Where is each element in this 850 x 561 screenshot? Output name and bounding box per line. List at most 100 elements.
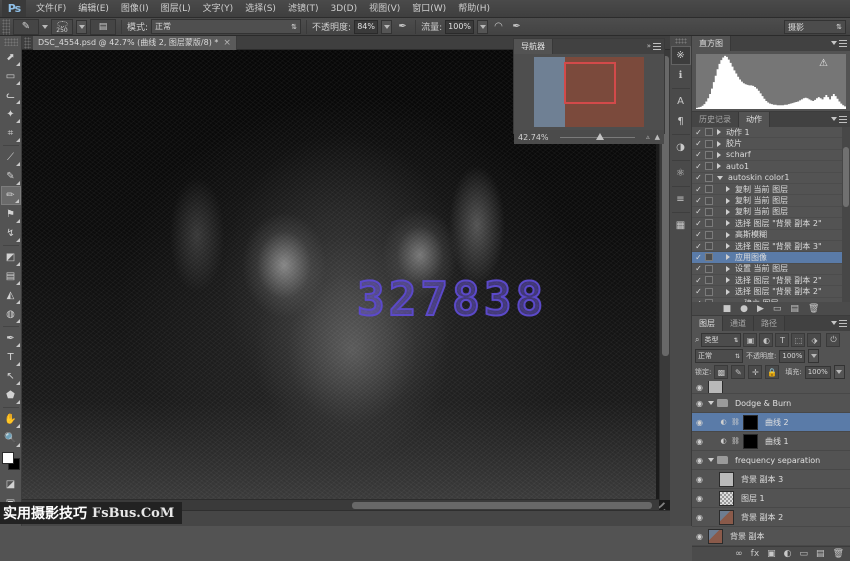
tab-channels[interactable]: 通道	[723, 316, 754, 331]
histogram-panel-menu[interactable]	[831, 39, 847, 47]
blend-mode-select[interactable]: 正常 ⇅	[151, 19, 301, 34]
disclosure-triangle-icon[interactable]	[726, 266, 730, 272]
disclosure-triangle-icon[interactable]	[726, 254, 730, 260]
navigator-preview[interactable]	[514, 54, 664, 130]
layer-thumbnail[interactable]	[719, 510, 734, 525]
layer-mask-thumbnail[interactable]	[743, 434, 758, 449]
lock-all-icon[interactable]: 🔒	[765, 365, 779, 379]
action-row[interactable]: ✓复制 当前 图层	[692, 195, 850, 206]
action-row[interactable]: ✓动作 1	[692, 127, 850, 138]
layer-row[interactable]: ◉Dodge & Burn	[692, 394, 850, 413]
layer-thumbnail[interactable]	[719, 472, 734, 487]
blur-tool[interactable]: ◭	[1, 286, 21, 305]
menu-image[interactable]: 图像(I)	[115, 0, 155, 18]
disclosure-triangle-icon[interactable]	[717, 152, 721, 158]
disclosure-triangle-icon[interactable]	[717, 176, 723, 180]
properties-icon[interactable]: ≡	[671, 190, 691, 209]
actions-scrollbar[interactable]	[842, 127, 850, 302]
healing-brush-tool[interactable]: ✎	[1, 167, 21, 186]
action-dialog-toggle[interactable]	[705, 174, 713, 182]
gradient-tool[interactable]: ▤	[1, 267, 21, 286]
marquee-tool[interactable]: ▭	[1, 67, 21, 86]
layer-link-icon[interactable]: ◐	[719, 418, 728, 426]
brush-preset-picker[interactable]: ✎	[13, 19, 39, 35]
action-dialog-toggle[interactable]	[705, 185, 713, 193]
layer-visibility-eye-icon[interactable]: ◉	[694, 437, 705, 446]
layer-mask-thumbnail[interactable]	[743, 415, 758, 430]
action-enabled-checkmark-icon[interactable]: ✓	[694, 162, 703, 171]
layer-row[interactable]: ◉◐⛓曲线 1	[692, 432, 850, 451]
layer-opacity-input[interactable]: 100%	[779, 350, 805, 363]
action-enabled-checkmark-icon[interactable]: ✓	[694, 264, 703, 273]
menu-file[interactable]: 文件(F)	[30, 0, 72, 18]
layer-visibility-eye-icon[interactable]: ◉	[694, 418, 705, 427]
layer-visibility-eye-icon[interactable]: ◉	[694, 513, 705, 522]
layer-row[interactable]: ◉背景 副本 2	[692, 508, 850, 527]
layer-row[interactable]: ◉frequency separation	[692, 451, 850, 470]
layers-list[interactable]: ◉◉Dodge & Burn◉◐⛓曲线 2◉◐⛓曲线 1◉frequency s…	[692, 381, 850, 546]
action-dialog-toggle[interactable]	[705, 276, 713, 284]
disclosure-triangle-icon[interactable]	[726, 186, 730, 192]
menu-view[interactable]: 视图(V)	[363, 0, 406, 18]
lock-transparency-icon[interactable]: ▩	[714, 365, 728, 379]
action-dialog-toggle[interactable]	[705, 242, 713, 250]
layer-row[interactable]: ◉背景 副本 3	[692, 470, 850, 489]
filter-shape-icon[interactable]: ⬚	[791, 333, 805, 347]
action-dialog-toggle[interactable]	[705, 208, 713, 216]
group-disclosure-triangle-icon[interactable]	[708, 458, 714, 462]
type-tool[interactable]: T	[1, 348, 21, 367]
action-row[interactable]: ✓选择 图层 "背景 副本 3"	[692, 241, 850, 252]
panel-menu-icon[interactable]	[839, 115, 847, 123]
fx-icon[interactable]: fx	[751, 549, 760, 559]
action-enabled-checkmark-icon[interactable]: ✓	[694, 219, 703, 228]
new-layer-icon[interactable]: ▤	[816, 549, 825, 559]
disclosure-triangle-icon[interactable]	[726, 277, 730, 283]
layer-thumbnail[interactable]	[719, 491, 734, 506]
action-dialog-toggle[interactable]	[705, 265, 713, 273]
opacity-input[interactable]: 84%	[354, 20, 378, 34]
styles-icon[interactable]: ▦	[671, 216, 691, 235]
actions-list[interactable]: ✓动作 1✓胶片✓scharf✓auto1✓autoskin color1✓复制…	[692, 127, 850, 302]
flow-chevron-icon[interactable]	[477, 20, 488, 34]
action-enabled-checkmark-icon[interactable]: ✓	[694, 287, 703, 296]
group-icon[interactable]: ▭	[800, 549, 809, 559]
layer-row[interactable]: ◉图层 1	[692, 489, 850, 508]
tab-navigator[interactable]: 导航器	[514, 39, 553, 54]
chevron-down-icon[interactable]	[831, 41, 837, 45]
new-action-icon[interactable]: ▤	[790, 304, 799, 314]
action-enabled-checkmark-icon[interactable]: ✓	[694, 253, 703, 262]
group-disclosure-triangle-icon[interactable]	[708, 401, 714, 405]
tools-panel-grip[interactable]	[4, 38, 18, 46]
disclosure-triangle-icon[interactable]	[717, 163, 721, 169]
zoom-tool[interactable]: 🔍	[1, 429, 21, 448]
layer-link-icon[interactable]: ◐	[719, 437, 728, 445]
chevron-down-icon[interactable]	[831, 117, 837, 121]
slider-knob[interactable]	[596, 133, 604, 140]
close-icon[interactable]: ×	[223, 38, 231, 48]
action-dialog-toggle[interactable]	[705, 162, 713, 170]
action-row[interactable]: ✓autoskin color1	[692, 173, 850, 184]
quick-selection-tool[interactable]: ✦	[1, 105, 21, 124]
chevron-down-icon[interactable]	[831, 321, 837, 325]
action-enabled-checkmark-icon[interactable]: ✓	[694, 173, 703, 182]
histogram-icon[interactable]: ※	[671, 46, 691, 65]
opacity-chevron-icon[interactable]	[381, 20, 392, 34]
foreground-color-swatch[interactable]	[2, 452, 14, 464]
lock-image-icon[interactable]: ✎	[731, 365, 745, 379]
action-row[interactable]: ✓设置 当前 图层	[692, 264, 850, 275]
action-enabled-checkmark-icon[interactable]: ✓	[694, 185, 703, 194]
layer-visibility-eye-icon[interactable]: ◉	[694, 475, 705, 484]
filter-adjustment-icon[interactable]: ◐	[759, 333, 773, 347]
action-row[interactable]: ✓复制 当前 图层	[692, 207, 850, 218]
layer-thumbnail[interactable]	[708, 381, 723, 394]
menu-layer[interactable]: 图层(L)	[155, 0, 197, 18]
navigator-zoom-slider[interactable]	[554, 132, 642, 142]
document-tab[interactable]: DSC_4554.psd @ 42.7% (曲线 2, 图层蒙版/8) * ×	[33, 36, 237, 50]
move-tool[interactable]: ⬈	[1, 48, 21, 67]
info-icon[interactable]: ℹ	[671, 66, 691, 85]
action-dialog-toggle[interactable]	[705, 140, 713, 148]
opacity-pressure-icon[interactable]: ✒	[395, 19, 410, 34]
action-row[interactable]: ✓复制 当前 图层	[692, 184, 850, 195]
clone-stamp-tool[interactable]: ⚑	[1, 205, 21, 224]
folder-icon[interactable]: ▭	[773, 304, 782, 314]
